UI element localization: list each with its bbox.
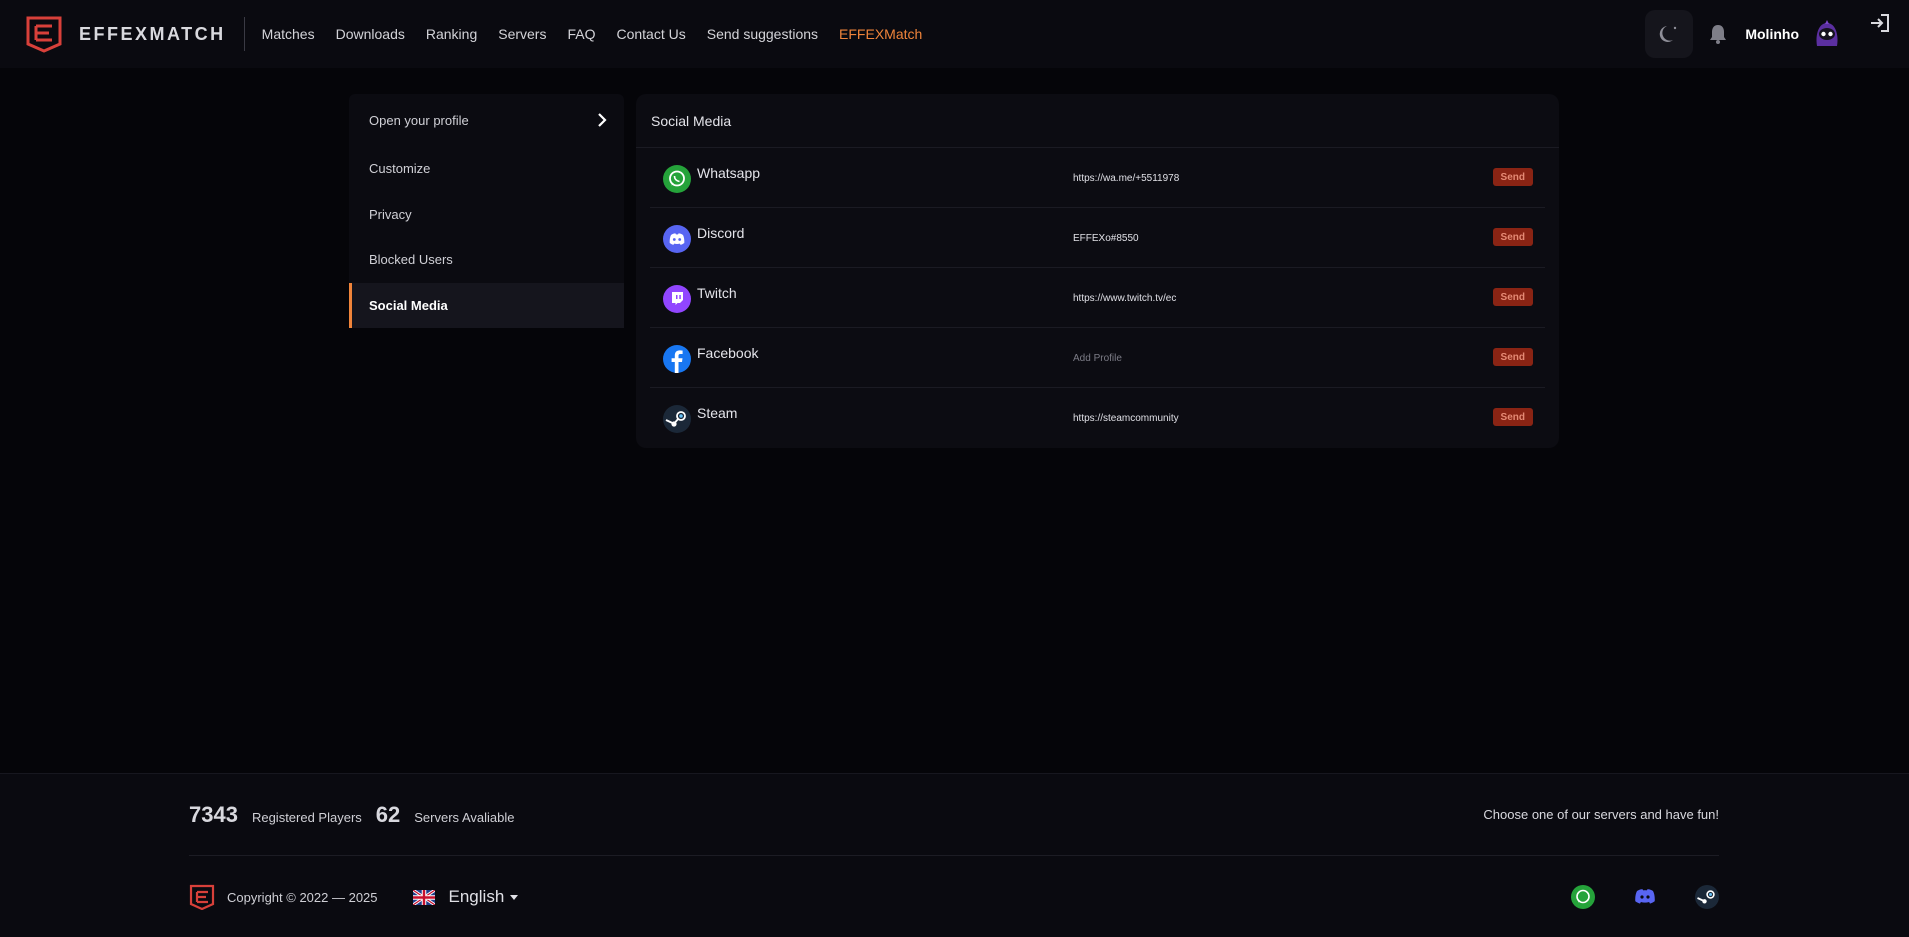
nav-faq[interactable]: FAQ (567, 26, 595, 42)
social-row-whatsapp: Whatsapp https://wa.me/+5511978 Send (650, 148, 1545, 208)
twitch-icon (663, 285, 691, 313)
effexmatch-logo-icon (26, 16, 62, 53)
social-name: Steam (697, 405, 738, 421)
nav-effexmatch[interactable]: EFFEXMatch (839, 26, 922, 42)
user-area: Molinho (1645, 0, 1909, 68)
effexmatch-logo-icon (189, 884, 215, 910)
send-button[interactable]: Send (1492, 348, 1533, 366)
menu-privacy[interactable]: Privacy (349, 192, 624, 238)
nav-servers[interactable]: Servers (498, 26, 546, 42)
copyright: Copyright © 2022 — 2025 (227, 889, 378, 905)
language-selector[interactable]: English (449, 887, 519, 907)
social-row-discord: Discord EFFEXo#8550 Send (650, 208, 1545, 268)
nav-send-suggestions[interactable]: Send suggestions (707, 26, 818, 42)
menu-customize[interactable]: Customize (349, 146, 624, 192)
social-name: Twitch (697, 285, 737, 301)
username[interactable]: Molinho (1745, 26, 1799, 42)
footer-bottom: Copyright © 2022 — 2025 English (189, 884, 519, 910)
registered-players-count: 7343 (189, 802, 238, 827)
logout-icon[interactable] (1869, 12, 1891, 34)
bell-icon[interactable] (1707, 23, 1729, 45)
social-name: Facebook (697, 345, 759, 361)
avatar[interactable] (1811, 18, 1843, 50)
send-button[interactable]: Send (1492, 168, 1533, 186)
panel-title: Social Media (636, 94, 1559, 148)
theme-toggle-button[interactable] (1645, 10, 1694, 58)
top-navbar: EFFEXMATCH Matches Downloads Ranking Ser… (0, 0, 1909, 68)
menu-item-label: Social Media (369, 297, 448, 313)
footer-social-links (1533, 885, 1719, 909)
menu-item-label: Blocked Users (369, 252, 453, 268)
social-link-input[interactable]: https://steamcommunity (1073, 413, 1185, 424)
social-name: Discord (697, 225, 745, 241)
facebook-icon (663, 345, 691, 373)
uk-flag-icon (412, 889, 435, 905)
language-label: English (448, 887, 505, 906)
steam-icon[interactable] (1695, 885, 1719, 909)
whatsapp-icon (663, 165, 691, 193)
social-name: Whatsapp (697, 165, 761, 181)
menu-item-label: Privacy (369, 206, 412, 222)
caret-down-icon (510, 894, 519, 900)
nav-matches[interactable]: Matches (262, 26, 315, 42)
brand-divider (243, 17, 245, 51)
footer-tagline: Choose one of our servers and have fun! (1483, 807, 1719, 822)
footer: 7343 Registered Players 62 Servers Avali… (0, 773, 1909, 937)
menu-social-media[interactable]: Social Media (349, 282, 624, 328)
nav-contact-us[interactable]: Contact Us (616, 26, 685, 42)
social-link-input[interactable]: https://www.twitch.tv/ec (1073, 293, 1185, 304)
social-row-twitch: Twitch https://www.twitch.tv/ec Send (650, 268, 1545, 328)
social-link-input[interactable]: https://wa.me/+5511978 (1073, 173, 1185, 184)
registered-players-label: Registered Players (251, 810, 362, 825)
servers-count: 62 (375, 802, 401, 827)
menu-blocked-users[interactable]: Blocked Users (349, 237, 624, 283)
menu-item-label: Open your profile (369, 112, 469, 128)
steam-icon (663, 405, 691, 433)
send-button[interactable]: Send (1492, 228, 1533, 246)
moon-icon (1660, 26, 1677, 42)
nav-downloads[interactable]: Downloads (336, 26, 405, 42)
brand[interactable]: EFFEXMATCH (25, 15, 226, 53)
discord-icon[interactable] (1633, 885, 1657, 909)
menu-open-profile[interactable]: Open your profile (349, 94, 624, 146)
social-media-panel: Social Media Whatsapp https://wa.me/+551… (636, 94, 1559, 448)
servers-label: Servers Avaliable (414, 810, 515, 825)
send-button[interactable]: Send (1492, 408, 1533, 426)
social-link-input[interactable]: EFFEXo#8550 (1073, 233, 1185, 244)
social-link-input[interactable]: Add Profile (1073, 353, 1185, 364)
discord-icon (663, 225, 691, 253)
brand-name: EFFEXMATCH (79, 23, 226, 44)
main-nav: Matches Downloads Ranking Servers FAQ Co… (262, 26, 944, 42)
send-button[interactable]: Send (1492, 288, 1533, 306)
menu-item-label: Customize (369, 161, 431, 177)
social-row-steam: Steam https://steamcommunity Send (650, 388, 1545, 448)
footer-divider (189, 855, 1719, 856)
site-stats: 7343 Registered Players 62 Servers Avali… (189, 802, 528, 828)
whatsapp-icon[interactable] (1571, 885, 1595, 909)
settings-menu: Open your profile Customize Privacy Bloc… (349, 94, 624, 328)
social-row-facebook: Facebook Add Profile Send (650, 328, 1545, 388)
nav-ranking[interactable]: Ranking (426, 26, 477, 42)
chevron-right-icon (598, 113, 607, 127)
